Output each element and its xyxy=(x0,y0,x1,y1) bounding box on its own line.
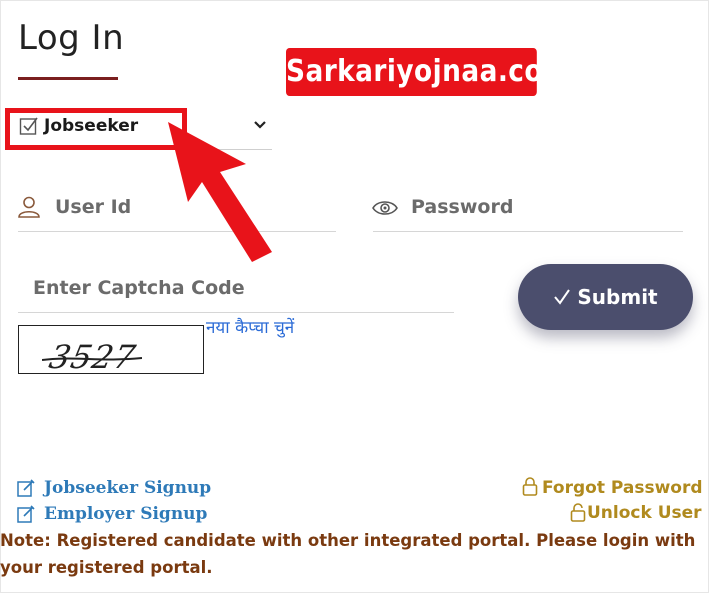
refresh-captcha-link[interactable]: नया कैप्चा चुनें xyxy=(206,315,294,338)
edit-icon xyxy=(17,479,35,497)
employer-signup-link[interactable]: Employer Signup xyxy=(44,504,207,524)
jobseeker-signup-link[interactable]: Jobseeker Signup xyxy=(44,478,211,498)
user-id-input[interactable]: User Id xyxy=(55,196,131,218)
captcha-underline xyxy=(18,312,454,313)
unlock-icon xyxy=(570,503,586,522)
submit-button[interactable]: Submit xyxy=(518,264,693,330)
eye-icon[interactable] xyxy=(372,198,398,218)
checkbox-icon xyxy=(19,117,38,135)
password-underline xyxy=(373,231,683,232)
edit-icon xyxy=(17,505,35,523)
user-type-selected: Jobseeker xyxy=(44,116,139,136)
title-underline xyxy=(18,77,118,80)
unlock-user-link[interactable]: Unlock User xyxy=(587,503,702,523)
checkmark-icon xyxy=(554,289,571,305)
captcha-input[interactable]: Enter Captcha Code xyxy=(33,277,245,299)
red-arrow-annotation xyxy=(168,122,272,262)
watermark-logo: Sarkariyojnaa.com xyxy=(286,48,570,96)
submit-label: Submit xyxy=(577,285,658,309)
password-input[interactable]: Password xyxy=(411,196,513,218)
forgot-password-link[interactable]: Forgot Password xyxy=(542,478,703,498)
note-text: Note: Registered candidate with other in… xyxy=(0,531,696,577)
captcha-strike xyxy=(42,357,142,361)
lock-icon xyxy=(522,477,538,496)
page-title: Log In xyxy=(18,18,125,58)
user-icon xyxy=(18,196,40,218)
